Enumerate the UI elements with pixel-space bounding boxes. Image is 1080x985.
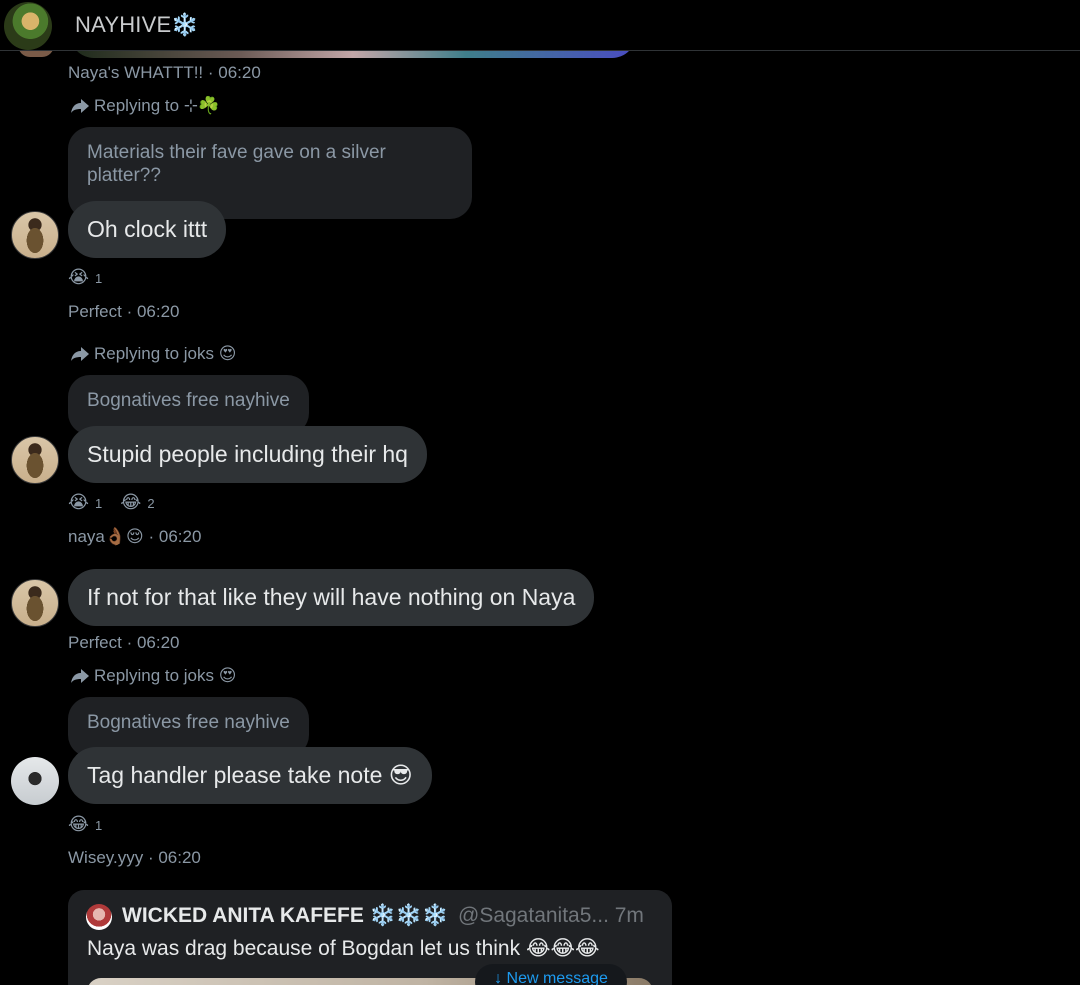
quoted-post-text: Naya was drag because of Bogdan let us t… xyxy=(87,937,600,960)
group-title[interactable]: NAYHIVE❄️ xyxy=(75,12,199,38)
reply-arrow-icon xyxy=(71,669,89,683)
laughing-face-icon: 😂 xyxy=(68,814,90,835)
message-bubble[interactable]: Tag handler please take note 😎 xyxy=(68,747,432,804)
message-meta: Perfect · 06:20 xyxy=(68,302,180,321)
message-bubble[interactable]: Oh clock ittt xyxy=(68,201,227,258)
message-meta: Wisey.yyy · 06:20 xyxy=(68,848,201,867)
replying-to: Replying to joks 😍 xyxy=(70,666,236,686)
avatar xyxy=(86,904,112,930)
reaction-count: 1 xyxy=(95,270,103,286)
crying-face-icon: 😭 xyxy=(68,267,90,288)
reply-arrow-icon xyxy=(71,347,89,361)
replying-to-label: Replying to ⊹☘️ xyxy=(94,96,220,115)
reply-arrow-icon xyxy=(71,99,89,113)
reaction[interactable]: 😭 1 xyxy=(68,493,102,513)
laughing-face-icon: 😂 xyxy=(120,492,142,513)
message-bubble[interactable]: Stupid people including their hq xyxy=(68,426,427,483)
reaction[interactable]: 😂 2 xyxy=(120,493,154,513)
avatar[interactable] xyxy=(11,579,59,627)
avatar[interactable] xyxy=(11,211,59,259)
message-meta: Perfect · 06:20 xyxy=(68,633,180,652)
replying-to-label: Replying to joks 😍 xyxy=(94,666,237,685)
avatar[interactable] xyxy=(11,757,59,805)
reaction-count: 2 xyxy=(147,495,155,511)
reaction-count: 1 xyxy=(95,817,103,833)
avatar[interactable] xyxy=(11,436,59,484)
reaction-count: 1 xyxy=(95,495,103,511)
message-meta: Naya's WHATTT!! · 06:20 xyxy=(68,63,261,82)
quoted-post-author: WICKED ANITA KAFEFE ❄️❄️❄️ xyxy=(122,904,449,927)
replying-to: Replying to joks 😍 xyxy=(70,344,236,364)
group-avatar[interactable] xyxy=(4,2,52,50)
replying-to-label: Replying to joks 😍 xyxy=(94,344,237,363)
reaction[interactable]: 😭 1 xyxy=(68,268,102,288)
reactions-bar: 😭 1 😂 2 xyxy=(68,493,167,513)
reaction[interactable]: 😂 1 xyxy=(68,815,102,835)
reactions-bar: 😂 1 xyxy=(68,815,114,835)
new-message-button[interactable]: ↓ New message xyxy=(475,964,627,985)
chat-header: NAYHIVE❄️ xyxy=(0,0,1080,51)
quoted-post-handle: @Sagatanita5... 7m xyxy=(458,904,644,927)
message-meta: naya👌🏾😌 · 06:20 xyxy=(68,527,202,546)
message-bubble[interactable]: If not for that like they will have noth… xyxy=(68,569,595,626)
crying-face-icon: 😭 xyxy=(68,492,90,513)
reactions-bar: 😭 1 xyxy=(68,268,114,288)
replying-to: Replying to ⊹☘️ xyxy=(70,96,219,116)
